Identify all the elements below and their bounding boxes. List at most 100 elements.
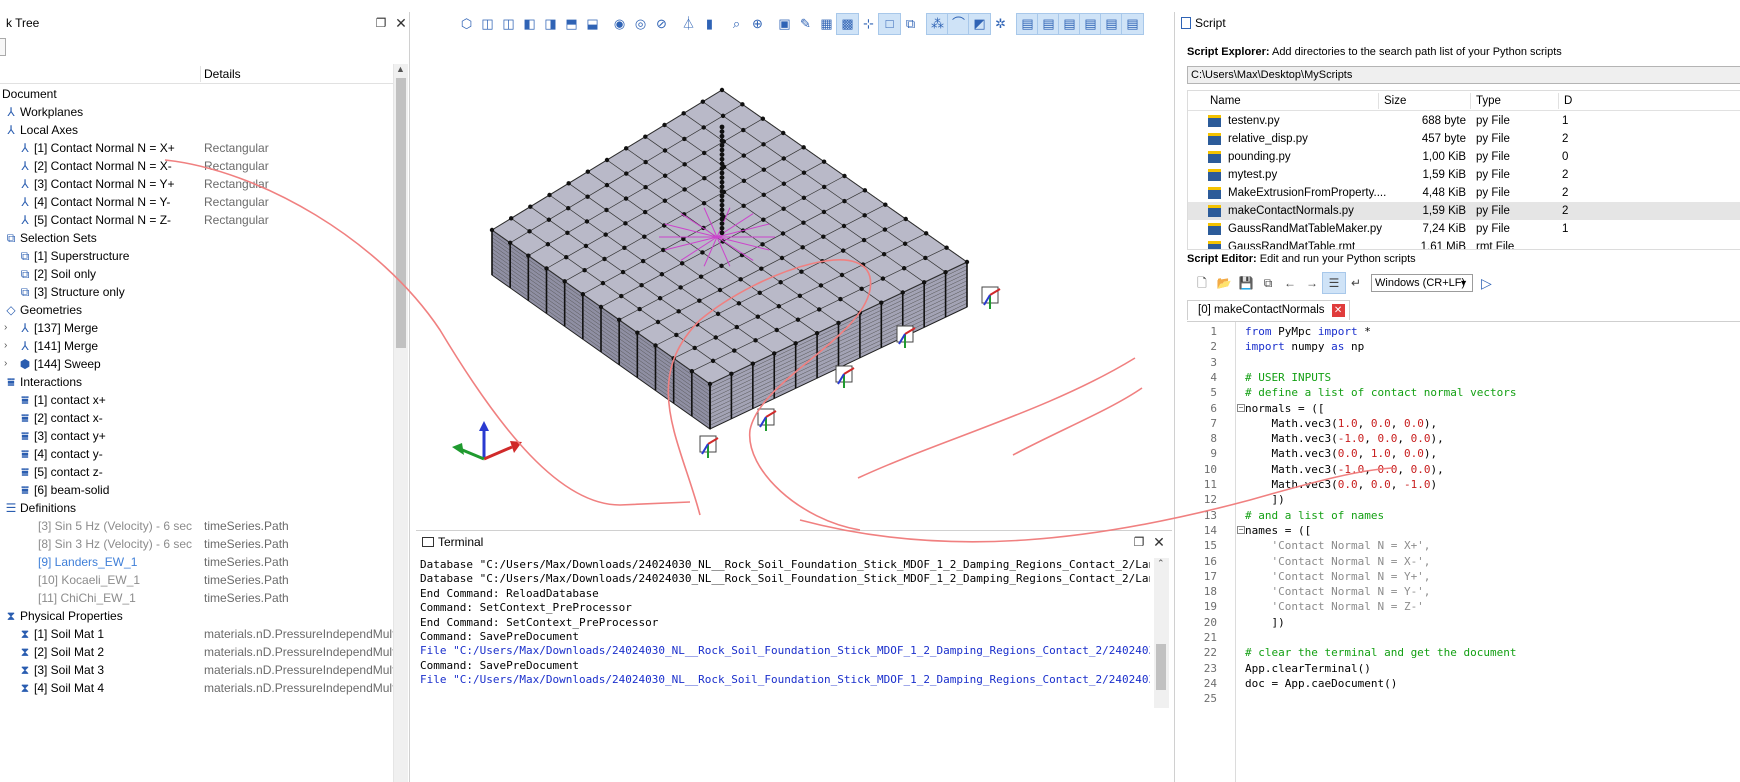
tree-row[interactable]: ⩸ [2] contact x- <box>0 409 393 427</box>
tree-row[interactable]: [11] ChiChi_EW_1 timeSeries.Path <box>0 589 393 607</box>
view-left-icon[interactable]: ◧ <box>519 14 540 34</box>
tree-row[interactable]: ⅄ [5] Contact Normal N = Z- Rectangular <box>0 211 393 229</box>
eye-icon[interactable]: ◉ <box>609 14 630 34</box>
line-ending-icon[interactable]: ↵ <box>1345 273 1367 293</box>
fold-toggle-icon[interactable]: − <box>1237 525 1245 534</box>
tree-row[interactable]: ⧉ [2] Soil only <box>0 265 393 283</box>
tree-row[interactable]: › ⅄ [141] Merge <box>0 337 393 355</box>
tree-row[interactable]: ☰ Definitions <box>0 499 393 517</box>
size-column-header[interactable]: Size <box>1384 91 1406 111</box>
scroll-up-icon[interactable]: ⌃ <box>1157 558 1165 569</box>
redo-icon[interactable]: → <box>1301 273 1323 293</box>
details-column-header[interactable]: Details <box>204 67 241 81</box>
display-mode-2-icon[interactable]: ▤ <box>1037 13 1060 35</box>
display-mode-4-icon[interactable]: ▤ <box>1079 13 1102 35</box>
orthographic-icon[interactable]: ▮ <box>699 14 720 34</box>
column-separator[interactable] <box>200 66 201 82</box>
select-mode-icon[interactable]: ⧉ <box>900 14 921 34</box>
filter-face-icon[interactable]: ◩ <box>968 13 991 35</box>
tree-row[interactable]: › ⅄ [137] Merge <box>0 319 393 337</box>
tree-row[interactable]: ⧗ [1] Soil Mat 1 materials.nD.PressureInde… <box>0 625 393 643</box>
3d-viewport[interactable]: ⬡ ◫ ◫ ◧ ◨ ⬒ ⬓ ◉ ◎ ⊘ ⏃ ▮ ⌕ ⊕ ▣ ✎ ▦ ▩ ⊹ □ … <box>412 12 1172 530</box>
file-row[interactable]: MakeExtrusionFromProperty.... 4,48 KiB py … <box>1188 184 1740 202</box>
float-terminal-icon[interactable]: ❐ <box>1132 535 1146 549</box>
tree-row[interactable]: ⅄ Workplanes <box>0 103 393 121</box>
close-tab-icon[interactable]: ✕ <box>1331 304 1345 317</box>
tree-row[interactable]: [10] Kocaeli_EW_1 timeSeries.Path <box>0 571 393 589</box>
pick-icon[interactable]: ✎ <box>795 14 816 34</box>
name-column-header[interactable]: Name <box>1210 91 1241 111</box>
scrollbar-thumb[interactable] <box>396 78 406 348</box>
terminal-scrollbar[interactable]: ⌃ <box>1154 558 1169 708</box>
open-file-icon[interactable]: 📂 <box>1213 273 1235 293</box>
display-mode-1-icon[interactable]: ▤ <box>1016 13 1039 35</box>
eol-select[interactable]: Windows (CR+LF) ▼ <box>1371 274 1473 292</box>
tree-row[interactable]: ⩸ [5] contact z- <box>0 463 393 481</box>
tree-row[interactable]: ⩸ [4] contact y- <box>0 445 393 463</box>
terminal-output[interactable]: Database "C:/Users/Max/Downloads/2402403… <box>420 558 1150 718</box>
filter-vertex-icon[interactable]: ⁂ <box>926 13 949 35</box>
tree-filter-input[interactable] <box>0 38 6 56</box>
scrollbar-thumb[interactable] <box>1156 644 1166 690</box>
run-script-icon[interactable]: ▷ <box>1481 275 1492 292</box>
tree-row[interactable]: ⧉ [3] Structure only <box>0 283 393 301</box>
view-back-icon[interactable]: ◫ <box>498 14 519 34</box>
tree-row[interactable]: ⅄ [2] Contact Normal N = X- Rectangular <box>0 157 393 175</box>
grid-icon[interactable]: ▦ <box>816 14 837 34</box>
tree-scrollbar[interactable]: ▲ <box>393 64 408 782</box>
file-row[interactable]: GaussRandMatTableMaker.py 7,24 KiB py File… <box>1188 220 1740 238</box>
tree-row[interactable]: ⧗ [2] Soil Mat 2 materials.nD.PressureInde… <box>0 643 393 661</box>
view-bottom-icon[interactable]: ⬓ <box>582 14 603 34</box>
expand-arrow-icon[interactable]: › <box>4 319 14 337</box>
tree-row[interactable]: Document <box>0 85 393 103</box>
file-row[interactable]: pounding.py 1,00 KiB py File 0 <box>1188 148 1740 166</box>
tree-row[interactable]: ⅄ [3] Contact Normal N = Y+ Rectangular <box>0 175 393 193</box>
screenshot-icon[interactable]: ▣ <box>774 14 795 34</box>
tree-row[interactable]: [8] Sin 3 Hz (Velocity) - 6 sec timeSerie… <box>0 535 393 553</box>
view-iso-icon[interactable]: ⬡ <box>456 14 477 34</box>
tree-row[interactable]: ⩸ [6] beam-solid <box>0 481 393 499</box>
tree-row[interactable]: [9] Landers_EW_1 timeSeries.Path <box>0 553 393 571</box>
tree-row[interactable]: [3] Sin 5 Hz (Velocity) - 6 sec timeSerie… <box>0 517 393 535</box>
expand-arrow-icon[interactable]: › <box>4 355 14 373</box>
zoom-fit-icon[interactable]: ⌕ <box>726 14 747 34</box>
tree-row[interactable]: ⧗ [4] Soil Mat 4 materials.nD.PressureInde… <box>0 679 393 697</box>
eye-hide-icon[interactable]: ⊘ <box>651 14 672 34</box>
tree-row[interactable]: ⅄ Local Axes <box>0 121 393 139</box>
type-column-header[interactable]: Type <box>1476 91 1501 111</box>
tree-row[interactable]: ⩸ [1] contact x+ <box>0 391 393 409</box>
file-row[interactable]: GaussRandMatTable.rmt 1,61 MiB rmt File <box>1188 238 1740 249</box>
close-panel-icon[interactable]: ✕ <box>394 16 408 30</box>
date-column-header[interactable]: D <box>1564 91 1572 111</box>
save-as-icon[interactable]: ⧉ <box>1257 273 1279 293</box>
tree-row[interactable]: ⧉ Selection Sets <box>0 229 393 247</box>
view-right-icon[interactable]: ◨ <box>540 14 561 34</box>
display-mode-3-icon[interactable]: ▤ <box>1058 13 1081 35</box>
new-file-icon[interactable]: 🗋 <box>1191 273 1213 293</box>
model-scene[interactable] <box>412 12 1172 530</box>
file-row[interactable]: testenv.py 688 byte py File 1 <box>1188 112 1740 130</box>
tree-row[interactable]: ⅄ [1] Contact Normal N = X+ Rectangular <box>0 139 393 157</box>
show-whitespace-icon[interactable]: ☰ <box>1322 272 1346 294</box>
eye-show-icon[interactable]: ◎ <box>630 14 651 34</box>
tree-row[interactable]: › ⬢ [144] Sweep <box>0 355 393 373</box>
display-mode-5-icon[interactable]: ▤ <box>1100 13 1123 35</box>
select-box-icon[interactable]: □ <box>878 13 901 35</box>
tree-row[interactable]: ⧗ [3] Soil Mat 3 materials.nD.PressureInde… <box>0 661 393 679</box>
float-panel-icon[interactable]: ❐ <box>374 16 388 30</box>
filter-solid-icon[interactable]: ✲ <box>990 14 1011 34</box>
save-icon[interactable]: 💾 <box>1235 273 1257 293</box>
tree-row[interactable]: ◇ Geometries <box>0 301 393 319</box>
script-path-field[interactable]: C:\Users\Max\Desktop\MyScripts <box>1187 66 1740 84</box>
grid-toggle-icon[interactable]: ▩ <box>836 13 859 35</box>
view-front-icon[interactable]: ◫ <box>477 14 498 34</box>
perspective-icon[interactable]: ⏃ <box>678 14 699 34</box>
display-mode-6-icon[interactable]: ▤ <box>1121 13 1144 35</box>
tree-row[interactable]: ⧗ Physical Properties <box>0 607 393 625</box>
tree-row[interactable]: ⧉ [1] Superstructure <box>0 247 393 265</box>
editor-tab[interactable]: [0] makeContactNormals ✕ <box>1187 300 1350 320</box>
file-row[interactable]: makeContactNormals.py 1,59 KiB py File 2 <box>1188 202 1740 220</box>
tree-row[interactable]: ⩸ [3] contact y+ <box>0 427 393 445</box>
undo-icon[interactable]: ← <box>1279 273 1301 293</box>
view-top-icon[interactable]: ⬒ <box>561 14 582 34</box>
